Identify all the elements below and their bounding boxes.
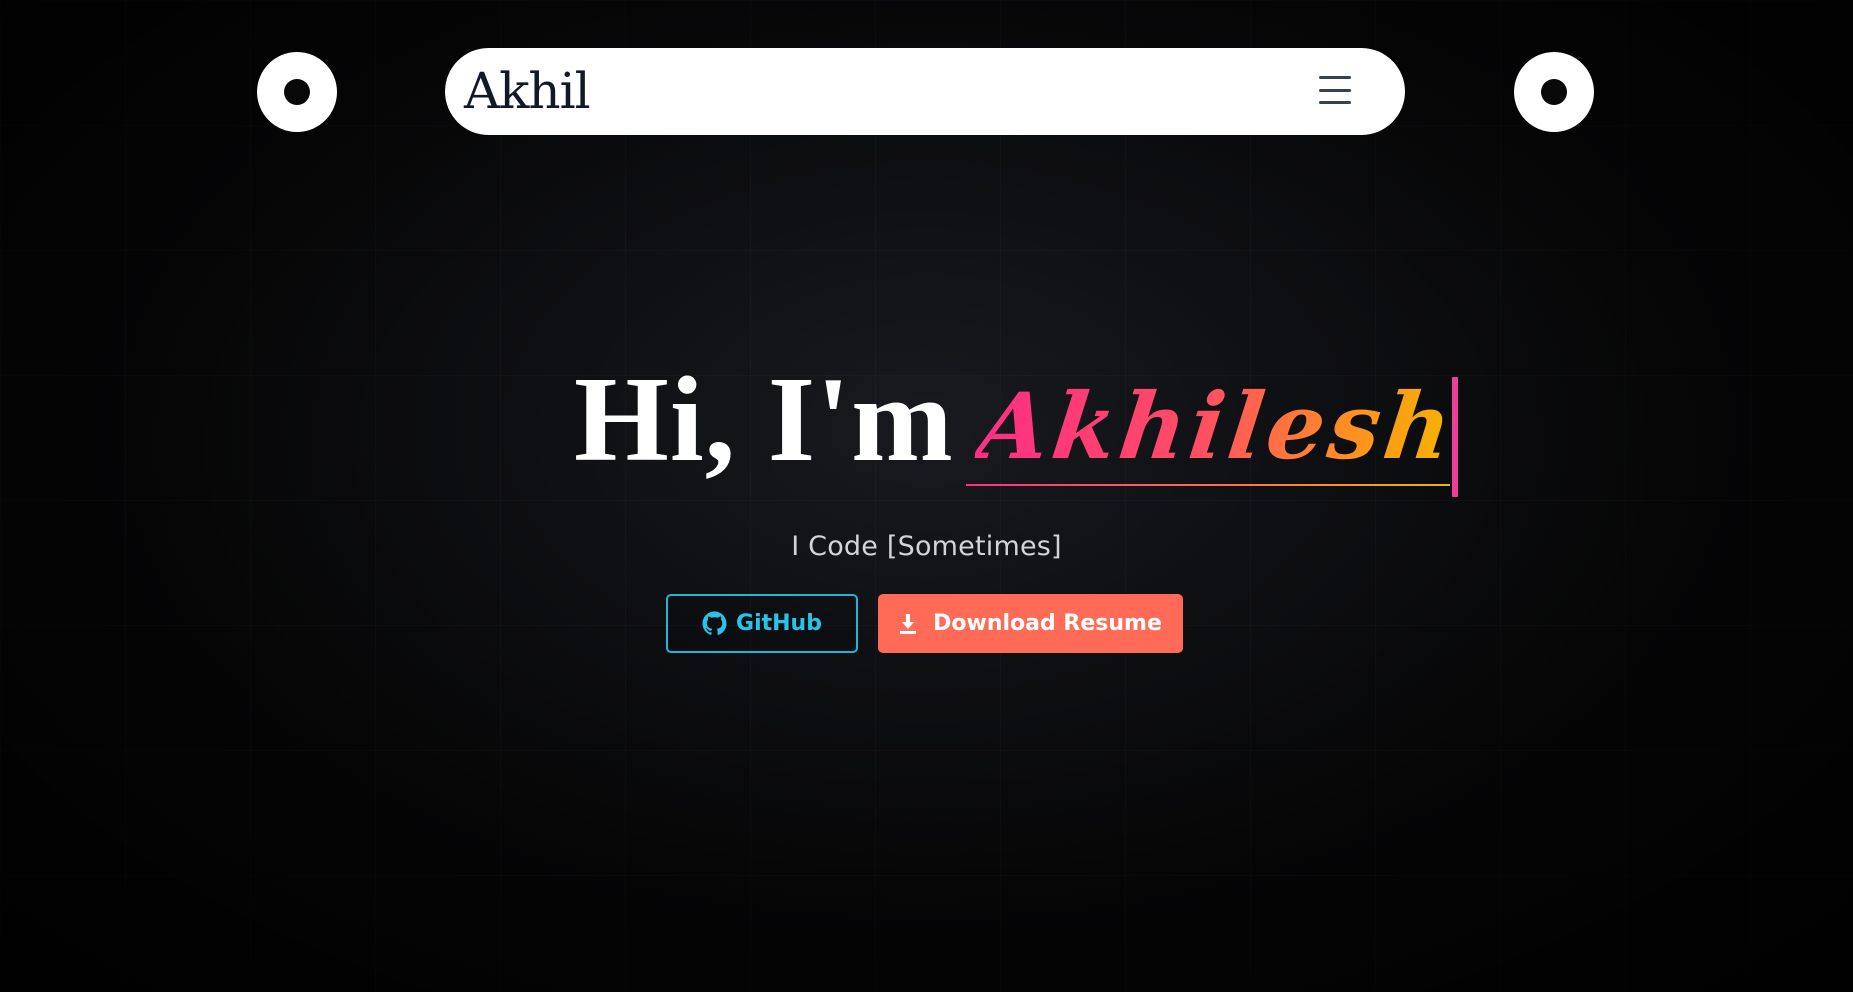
left-circle-dot [284, 79, 310, 105]
menu-line-middle [1319, 88, 1351, 92]
github-button[interactable]: GitHub [666, 594, 858, 653]
download-resume-button[interactable]: Download Resume [878, 594, 1183, 653]
menu-line-bottom [1319, 101, 1351, 104]
menu-icon[interactable] [1317, 72, 1353, 108]
left-circle-button[interactable] [257, 52, 337, 132]
hero-actions: GitHub Download Resume [666, 594, 1183, 653]
name-underline [965, 484, 1451, 487]
right-circle-button[interactable] [1514, 52, 1594, 132]
hero-heading: Hi, I'm Akhilesh [574, 351, 1461, 498]
greeting-text: Hi, I'm [574, 352, 954, 488]
top-navigation: Akhil [257, 48, 1594, 136]
portfolio-page: Akhil Hi, I'm Akhilesh I Code [Sometimes… [0, 0, 1853, 992]
typed-name: Akhilesh [971, 374, 1461, 481]
resume-label: Download Resume [933, 610, 1162, 636]
typing-cursor [1452, 377, 1459, 498]
github-icon [702, 611, 727, 636]
right-circle-dot [1541, 79, 1567, 105]
name-wrapper: Akhilesh [965, 374, 1461, 498]
menu-line-top [1319, 76, 1351, 79]
tagline: I Code [Sometimes] [791, 531, 1062, 562]
navigation-bar: Akhil [445, 48, 1405, 135]
github-label: GitHub [736, 610, 822, 636]
brand-logo[interactable]: Akhil [464, 60, 591, 122]
download-icon [899, 613, 917, 634]
hero-section: Hi, I'm Akhilesh I Code [Sometimes] GitH… [0, 330, 1853, 690]
